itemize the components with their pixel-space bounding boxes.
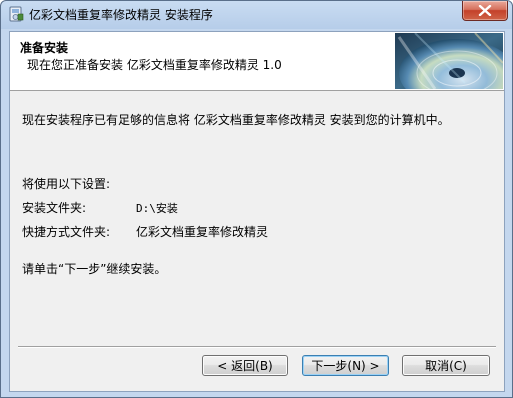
settings-heading: 将使用以下设置: [22, 177, 111, 191]
client-area: 准备安装 现在您正准备安装 亿彩文档重复率修改精灵 1.0 现在安装程序已有足够… [9, 31, 505, 392]
install-folder-label: 安装文件夹: [22, 201, 87, 215]
shortcut-folder-label: 快捷方式文件夹: [22, 225, 111, 239]
installer-window: 亿彩文档重复率修改精灵 安装程序 准备安装 现在您正准备安装 亿彩文档重复率修改… [0, 0, 513, 398]
header-panel: 准备安装 现在您正准备安装 亿彩文档重复率修改精灵 1.0 [10, 32, 504, 91]
divider [18, 346, 496, 348]
cd-disc-image [395, 33, 503, 89]
install-folder-value: D:\安装 [136, 202, 178, 215]
cancel-button[interactable]: 取消(C) [402, 355, 490, 376]
body-area: 现在安装程序已有足够的信息将 亿彩文档重复率修改精灵 安装到您的计算机中。 将使… [10, 91, 504, 331]
page-title: 准备安装 [20, 41, 69, 55]
shortcut-folder-value: 亿彩文档重复率修改精灵 [136, 225, 269, 239]
close-button[interactable] [462, 1, 508, 21]
window-title: 亿彩文档重复率修改精灵 安装程序 [29, 8, 213, 22]
page-subtitle: 现在您正准备安装 亿彩文档重复率修改精灵 1.0 [27, 58, 282, 72]
next-button[interactable]: 下一步(N) > [302, 355, 389, 376]
installer-icon [9, 6, 24, 22]
close-icon [478, 5, 492, 16]
intro-text: 现在安装程序已有足够的信息将 亿彩文档重复率修改精灵 安装到您的计算机中。 [22, 113, 450, 127]
next-hint-text: 请单击“下一步”继续安装。 [22, 262, 167, 276]
back-button[interactable]: < 返回(B) [202, 355, 288, 376]
title-bar[interactable]: 亿彩文档重复率修改精灵 安装程序 [1, 1, 512, 29]
